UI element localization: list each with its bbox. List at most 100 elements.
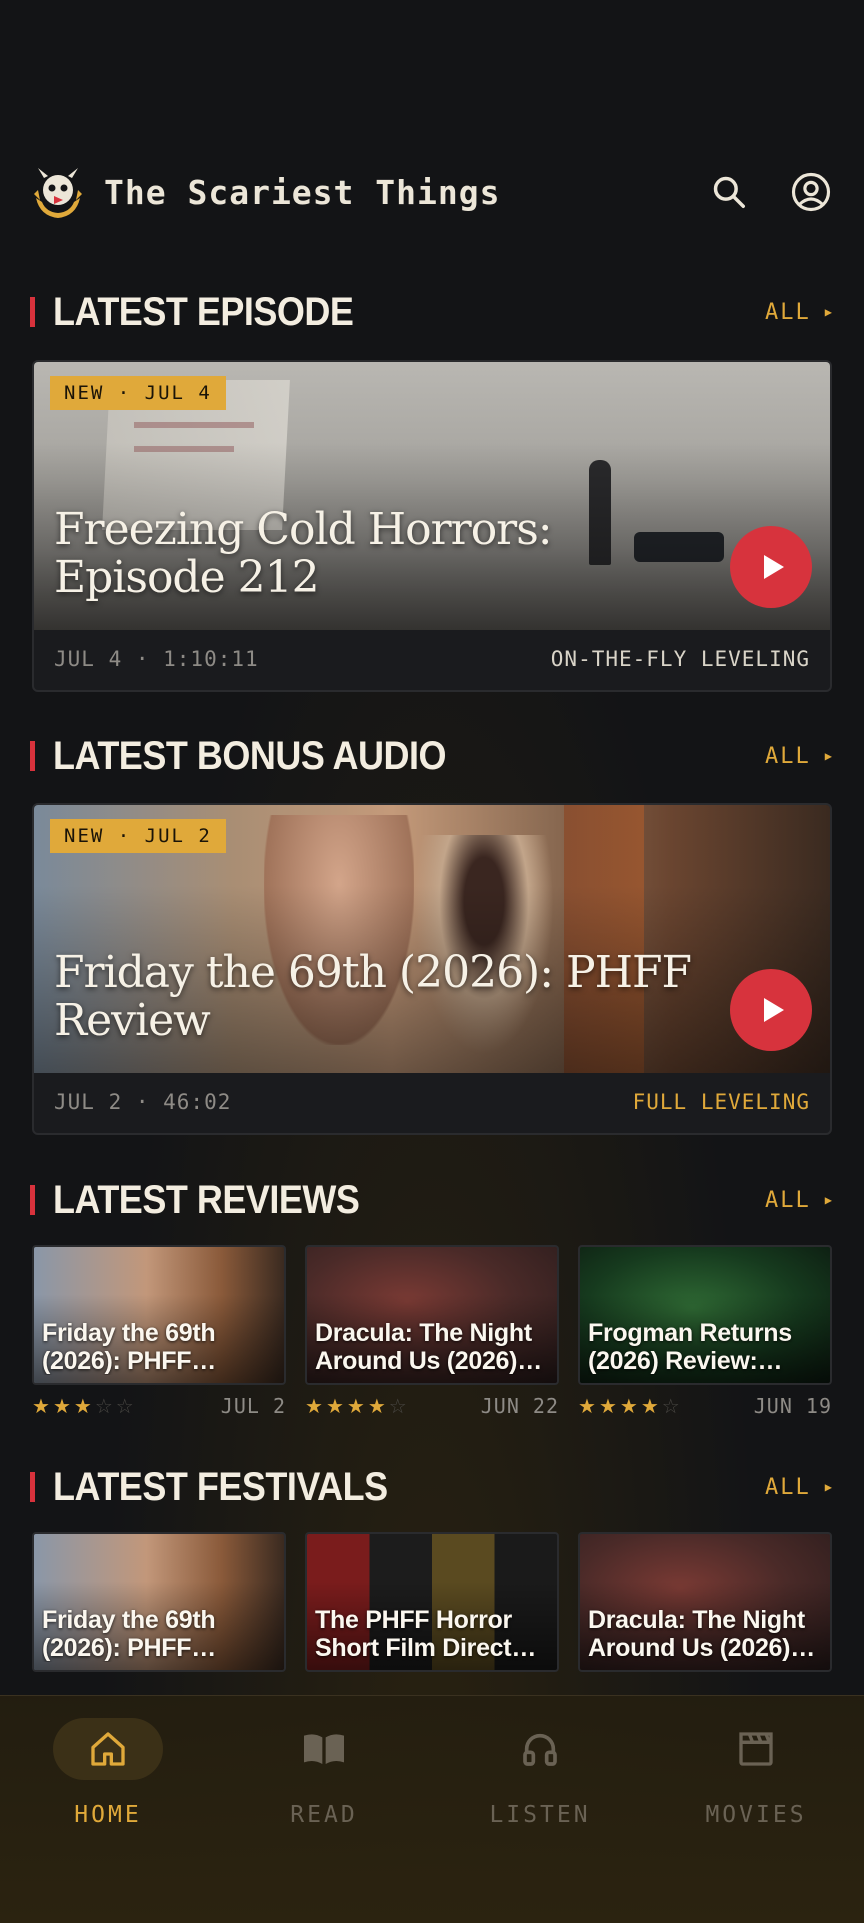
see-all-bonus-link[interactable]: ALL ▶: [765, 744, 834, 769]
nav-home[interactable]: HOME: [0, 1696, 216, 1923]
star-rating: ★ ★ ★ ★ ☆: [305, 1394, 407, 1419]
nav-movies[interactable]: MOVIES: [648, 1696, 864, 1923]
nav-pill: [269, 1718, 379, 1780]
latest-bonus-audio-card[interactable]: NEW · JUL 2 Friday the 69th (2026): PHFF…: [32, 803, 832, 1135]
see-all-festivals-link[interactable]: ALL ▶: [765, 1475, 834, 1500]
review-meta: ★ ★ ★ ☆ ☆ JUL 2: [32, 1393, 286, 1419]
section-title: LATEST FESTIVALS: [53, 1463, 388, 1509]
nav-pill: [485, 1718, 595, 1780]
review-date: JUN 22: [480, 1394, 559, 1418]
section-title: LATEST BONUS AUDIO: [53, 732, 447, 778]
app-title: The Scariest Things: [104, 172, 501, 212]
account-button[interactable]: [788, 169, 834, 215]
book-icon: [304, 1734, 344, 1764]
new-badge: NEW · JUL 2: [50, 819, 226, 853]
play-icon: [764, 555, 784, 579]
play-icon: [764, 998, 784, 1022]
nav-pill: [53, 1718, 163, 1780]
festival-card[interactable]: The PHFF Horror Short Film Director Inte…: [305, 1532, 559, 1672]
nav-label: LISTEN: [489, 1802, 591, 1828]
bonus-footer: JUL 2 · 46:02 FULL LEVELING: [34, 1071, 830, 1133]
search-button[interactable]: [706, 169, 752, 215]
review-card[interactable]: Friday the 69th (2026): PHFF Review ★★★☆…: [32, 1245, 286, 1419]
nav-listen[interactable]: LISTEN: [432, 1696, 648, 1923]
play-triangle-icon: ▶: [824, 749, 834, 763]
section-marker: [30, 741, 35, 771]
reviews-row: Friday the 69th (2026): PHFF Review ★★★☆…: [32, 1245, 832, 1419]
see-all-episodes-link[interactable]: ALL ▶: [765, 300, 834, 325]
headphones-icon: [523, 1733, 557, 1766]
star-icon: ★: [305, 1395, 323, 1418]
nav-label: READ: [290, 1802, 358, 1828]
star-icon: ★: [32, 1395, 50, 1418]
episode-meta: JUL 4 · 1:10:11: [54, 647, 259, 671]
bonus-meta: JUL 2 · 46:02: [54, 1090, 232, 1114]
app-screen: The Scariest Things LATEST EPISODE ALL ▶: [0, 0, 864, 1923]
review-thumbnail: Frogman Returns (2026) Review: PHFF: [578, 1245, 832, 1385]
skull-logo-icon[interactable]: [30, 164, 86, 220]
review-thumbnail: Dracula: The Night Around Us (2026) Revi…: [305, 1245, 559, 1385]
latest-episode-card[interactable]: NEW · JUL 4 Freezing Cold Horrors: Episo…: [32, 360, 832, 692]
festivals-row: Friday the 69th (2026): PHFF Review The …: [32, 1532, 832, 1672]
star-icon: ★: [578, 1395, 596, 1418]
section-marker: [30, 1185, 35, 1215]
festival-card[interactable]: Friday the 69th (2026): PHFF Review: [32, 1532, 286, 1672]
section-title: LATEST REVIEWS: [53, 1176, 360, 1222]
bonus-title: Friday the 69th (2026): PHFF Review: [54, 947, 692, 1046]
episode-footer: JUL 4 · 1:10:11 ON-THE-FLY LEVELING: [34, 628, 830, 690]
star-icon: ★: [619, 1395, 638, 1418]
search-icon: [713, 176, 745, 208]
play-triangle-icon: ▶: [824, 1480, 834, 1494]
star-icon: ★: [325, 1395, 344, 1418]
nav-label: HOME: [74, 1802, 142, 1828]
star-empty-icon: ☆: [661, 1395, 680, 1418]
account-circle-icon: [791, 172, 831, 212]
review-title: Dracula: The Night Around Us (2026) Revi…: [315, 1319, 532, 1375]
review-date: JUN 19: [753, 1394, 832, 1418]
nav-label: MOVIES: [705, 1802, 807, 1828]
star-icon: ★: [640, 1395, 659, 1418]
festival-thumbnail: Dracula: The Night Around Us (2026) Revi…: [578, 1532, 832, 1672]
star-empty-icon: ☆: [115, 1395, 134, 1418]
new-badge: NEW · JUL 4: [50, 376, 226, 410]
nav-read[interactable]: READ: [216, 1696, 432, 1923]
play-button[interactable]: [730, 969, 812, 1051]
review-date: JUL 2: [220, 1394, 286, 1418]
star-empty-icon: ☆: [94, 1395, 113, 1418]
festival-thumbnail: The PHFF Horror Short Film Director Inte…: [305, 1532, 559, 1672]
festival-thumbnail: Friday the 69th (2026): PHFF Review: [32, 1532, 286, 1672]
home-icon: [91, 1732, 125, 1766]
leveling-tag: FULL LEVELING: [632, 1090, 810, 1114]
review-thumbnail: Friday the 69th (2026): PHFF Review: [32, 1245, 286, 1385]
section-latest-bonus-audio: LATEST BONUS AUDIO ALL ▶: [30, 732, 834, 778]
section-title: LATEST EPISODE: [53, 288, 354, 334]
play-triangle-icon: ▶: [824, 1193, 834, 1207]
clapperboard-icon: [739, 1732, 773, 1766]
review-card[interactable]: Dracula: The Night Around Us (2026) Revi…: [305, 1245, 559, 1419]
review-meta: ★ ★ ★ ★ ☆ JUN 19: [578, 1393, 832, 1419]
play-triangle-icon: ▶: [824, 305, 834, 319]
section-marker: [30, 1472, 35, 1502]
festival-card[interactable]: Dracula: The Night Around Us (2026) Revi…: [578, 1532, 832, 1672]
festival-title: The PHFF Horror Short Film Director Inte…: [315, 1606, 536, 1662]
star-icon: ★: [346, 1395, 365, 1418]
star-rating: ★ ★ ★ ★ ☆: [578, 1394, 680, 1419]
review-meta: ★ ★ ★ ★ ☆ JUN 22: [305, 1393, 559, 1419]
episode-thumbnail: NEW · JUL 4 Freezing Cold Horrors: Episo…: [34, 362, 830, 630]
section-latest-festivals: LATEST FESTIVALS ALL ▶: [30, 1463, 834, 1509]
see-all-label: ALL: [765, 1187, 811, 1213]
festival-title: Friday the 69th (2026): PHFF Review: [42, 1606, 216, 1662]
star-rating: ★ ★ ★ ☆ ☆: [32, 1394, 134, 1419]
see-all-reviews-link[interactable]: ALL ▶: [765, 1188, 834, 1213]
star-icon: ★: [73, 1395, 92, 1418]
section-latest-reviews: LATEST REVIEWS ALL ▶: [30, 1176, 834, 1222]
section-marker: [30, 297, 35, 327]
nav-pill: [701, 1718, 811, 1780]
play-button[interactable]: [730, 526, 812, 608]
episode-title: Freezing Cold Horrors: Episode 212: [54, 504, 553, 603]
see-all-label: ALL: [765, 299, 811, 325]
festival-title: Dracula: The Night Around Us (2026) Revi…: [588, 1606, 805, 1662]
star-icon: ★: [52, 1395, 71, 1418]
review-card[interactable]: Frogman Returns (2026) Review: PHFF ★★★★…: [578, 1245, 832, 1419]
review-title: Frogman Returns (2026) Review: PHFF: [588, 1319, 792, 1375]
